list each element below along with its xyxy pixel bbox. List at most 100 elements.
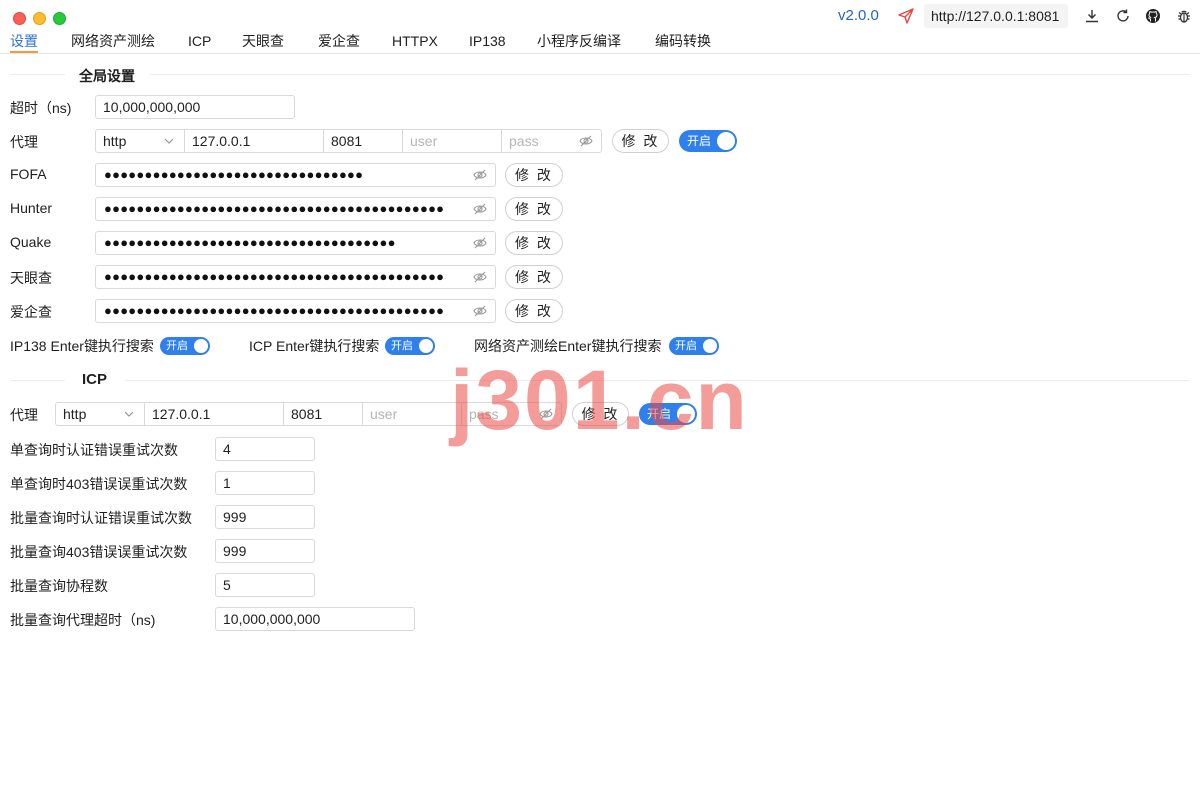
toggle-label: 开启 bbox=[647, 407, 672, 421]
eye-hidden-icon[interactable] bbox=[473, 203, 487, 215]
quake-modify-button[interactable]: 修 改 bbox=[505, 231, 563, 255]
proxy-port-input[interactable]: 8081 bbox=[324, 129, 403, 153]
tianyancha-label: 天眼查 bbox=[10, 270, 52, 286]
timeout-input[interactable]: 10,000,000,000 bbox=[95, 95, 295, 119]
toggle-knob bbox=[703, 339, 717, 353]
icp-proxy-user-input[interactable]: user bbox=[363, 402, 462, 426]
quake-key-masked: ●●●●●●●●●●●●●●●●●●●●●●●●●●●●●●●●●●●● bbox=[104, 235, 396, 250]
icp-proxy-host-input[interactable]: 127.0.0.1 bbox=[145, 402, 284, 426]
toggle-knob bbox=[677, 405, 695, 423]
icp-enter-toggle[interactable]: 开启 bbox=[385, 337, 435, 355]
proxy-pass-input[interactable]: pass bbox=[502, 129, 602, 153]
proxy-label: 代理 bbox=[10, 134, 38, 150]
network-asset-enter-toggle[interactable]: 开启 bbox=[669, 337, 719, 355]
toggle-label: 开启 bbox=[391, 340, 413, 352]
tab-encoding-convert[interactable]: 编码转换 bbox=[655, 32, 711, 50]
proxy-type-select[interactable]: http bbox=[95, 129, 185, 153]
proxy-user-input[interactable]: user bbox=[403, 129, 502, 153]
proxy-pass-placeholder: pass bbox=[509, 133, 539, 149]
ip138-enter-label: IP138 Enter键执行搜索 bbox=[10, 338, 154, 354]
download-icon[interactable] bbox=[1084, 8, 1100, 24]
close-window-button[interactable] bbox=[13, 12, 26, 25]
refresh-icon[interactable] bbox=[1115, 8, 1131, 24]
watermark: j301.cn bbox=[450, 353, 749, 447]
eye-hidden-icon[interactable] bbox=[473, 169, 487, 181]
tab-miniprogram-decompile[interactable]: 小程序反编译 bbox=[537, 32, 621, 50]
github-icon[interactable] bbox=[1145, 8, 1161, 24]
maximize-window-button[interactable] bbox=[53, 12, 66, 25]
icp-enter-label: ICP Enter键执行搜索 bbox=[249, 338, 380, 354]
icp-proxy-port-input[interactable]: 8081 bbox=[284, 402, 363, 426]
tab-icp[interactable]: ICP bbox=[188, 32, 211, 50]
toggle-knob bbox=[194, 339, 208, 353]
eye-hidden-icon[interactable] bbox=[473, 271, 487, 283]
bug-icon[interactable] bbox=[1176, 8, 1192, 24]
send-icon[interactable] bbox=[898, 8, 914, 24]
single-auth-retry-input[interactable]: 4 bbox=[215, 437, 315, 461]
aiqicha-key-input[interactable]: ●●●●●●●●●●●●●●●●●●●●●●●●●●●●●●●●●●●●●●●●… bbox=[95, 299, 496, 323]
batch-proxy-timeout-label: 批量查询代理超时（ns) bbox=[10, 612, 156, 628]
fofa-key-masked: ●●●●●●●●●●●●●●●●●●●●●●●●●●●●●●●● bbox=[104, 167, 364, 182]
tab-network-asset-mapping[interactable]: 网络资产测绘 bbox=[71, 32, 155, 50]
toggle-label: 开启 bbox=[687, 134, 712, 148]
icp-proxy-type-select[interactable]: http bbox=[55, 402, 145, 426]
batch-coroutines-label: 批量查询协程数 bbox=[10, 578, 108, 594]
quake-label: Quake bbox=[10, 234, 52, 250]
tianyancha-key-input[interactable]: ●●●●●●●●●●●●●●●●●●●●●●●●●●●●●●●●●●●●●●●●… bbox=[95, 265, 496, 289]
hunter-modify-button[interactable]: 修 改 bbox=[505, 197, 563, 221]
single-auth-retry-label: 单查询时认证错误重试次数 bbox=[10, 442, 178, 458]
tab-settings[interactable]: 设置 bbox=[10, 32, 38, 50]
tab-ip138[interactable]: IP138 bbox=[469, 32, 506, 50]
proxy-host-input[interactable]: 127.0.0.1 bbox=[185, 129, 324, 153]
fofa-key-input[interactable]: ●●●●●●●●●●●●●●●●●●●●●●●●●●●●●●●● bbox=[95, 163, 496, 187]
batch-auth-retry-label: 批量查询时认证错误重试次数 bbox=[10, 510, 192, 526]
eye-hidden-icon[interactable] bbox=[473, 305, 487, 317]
tab-tianyancha[interactable]: 天眼查 bbox=[242, 32, 284, 50]
eye-hidden-icon[interactable] bbox=[539, 408, 553, 420]
icp-proxy-modify-button[interactable]: 修 改 bbox=[572, 402, 629, 426]
global-settings-title: 全局设置 bbox=[79, 68, 135, 84]
tab-aiqicha[interactable]: 爱企查 bbox=[318, 32, 360, 50]
timeout-label: 超时（ns) bbox=[10, 100, 72, 116]
hunter-key-masked: ●●●●●●●●●●●●●●●●●●●●●●●●●●●●●●●●●●●●●●●●… bbox=[104, 201, 445, 216]
quake-key-input[interactable]: ●●●●●●●●●●●●●●●●●●●●●●●●●●●●●●●●●●●● bbox=[95, 231, 496, 255]
main-tabs: 设置 网络资产测绘 ICP 天眼查 爱企查 HTTPX IP138 小程序反编译… bbox=[0, 32, 1200, 54]
single-403-retry-label: 单查询时403错误误重试次数 bbox=[10, 476, 188, 492]
aiqicha-modify-button[interactable]: 修 改 bbox=[505, 299, 563, 323]
ip138-enter-toggle[interactable]: 开启 bbox=[160, 337, 210, 355]
proxy-type-value: http bbox=[103, 133, 127, 149]
toggle-label: 开启 bbox=[675, 340, 697, 352]
fofa-label: FOFA bbox=[10, 166, 47, 182]
hunter-key-input[interactable]: ●●●●●●●●●●●●●●●●●●●●●●●●●●●●●●●●●●●●●●●●… bbox=[95, 197, 496, 221]
tianyancha-key-masked: ●●●●●●●●●●●●●●●●●●●●●●●●●●●●●●●●●●●●●●●●… bbox=[104, 269, 445, 284]
single-403-retry-input[interactable]: 1 bbox=[215, 471, 315, 495]
eye-hidden-icon[interactable] bbox=[473, 237, 487, 249]
toggle-label: 开启 bbox=[166, 340, 188, 352]
section-divider bbox=[125, 380, 1190, 381]
proxy-modify-button[interactable]: 修 改 bbox=[612, 129, 669, 153]
minimize-window-button[interactable] bbox=[33, 12, 46, 25]
fofa-modify-button[interactable]: 修 改 bbox=[505, 163, 563, 187]
icp-proxy-pass-placeholder: pass bbox=[469, 406, 499, 422]
icp-proxy-type-value: http bbox=[63, 406, 87, 422]
icp-section-title: ICP bbox=[82, 371, 108, 388]
server-url[interactable]: http://127.0.0.1:8081 bbox=[924, 4, 1068, 28]
batch-proxy-timeout-input[interactable]: 10,000,000,000 bbox=[215, 607, 415, 631]
icp-proxy-enable-toggle[interactable]: 开启 bbox=[639, 403, 697, 425]
section-divider bbox=[10, 380, 65, 381]
aiqicha-key-masked: ●●●●●●●●●●●●●●●●●●●●●●●●●●●●●●●●●●●●●●●●… bbox=[104, 303, 445, 318]
version-label: v2.0.0 bbox=[838, 7, 879, 24]
tab-httpx[interactable]: HTTPX bbox=[392, 32, 438, 50]
eye-hidden-icon[interactable] bbox=[579, 135, 593, 147]
chevron-down-icon bbox=[124, 411, 134, 417]
batch-coroutines-input[interactable]: 5 bbox=[215, 573, 315, 597]
proxy-enable-toggle[interactable]: 开启 bbox=[679, 130, 737, 152]
batch-auth-retry-input[interactable]: 999 bbox=[215, 505, 315, 529]
title-bar: v2.0.0 http://127.0.0.1:8081 bbox=[0, 0, 1200, 32]
batch-403-retry-label: 批量查询403错误误重试次数 bbox=[10, 544, 188, 560]
batch-403-retry-input[interactable]: 999 bbox=[215, 539, 315, 563]
tianyancha-modify-button[interactable]: 修 改 bbox=[505, 265, 563, 289]
icp-proxy-pass-input[interactable]: pass bbox=[462, 402, 562, 426]
aiqicha-label: 爱企查 bbox=[10, 304, 52, 320]
toggle-knob bbox=[419, 339, 433, 353]
